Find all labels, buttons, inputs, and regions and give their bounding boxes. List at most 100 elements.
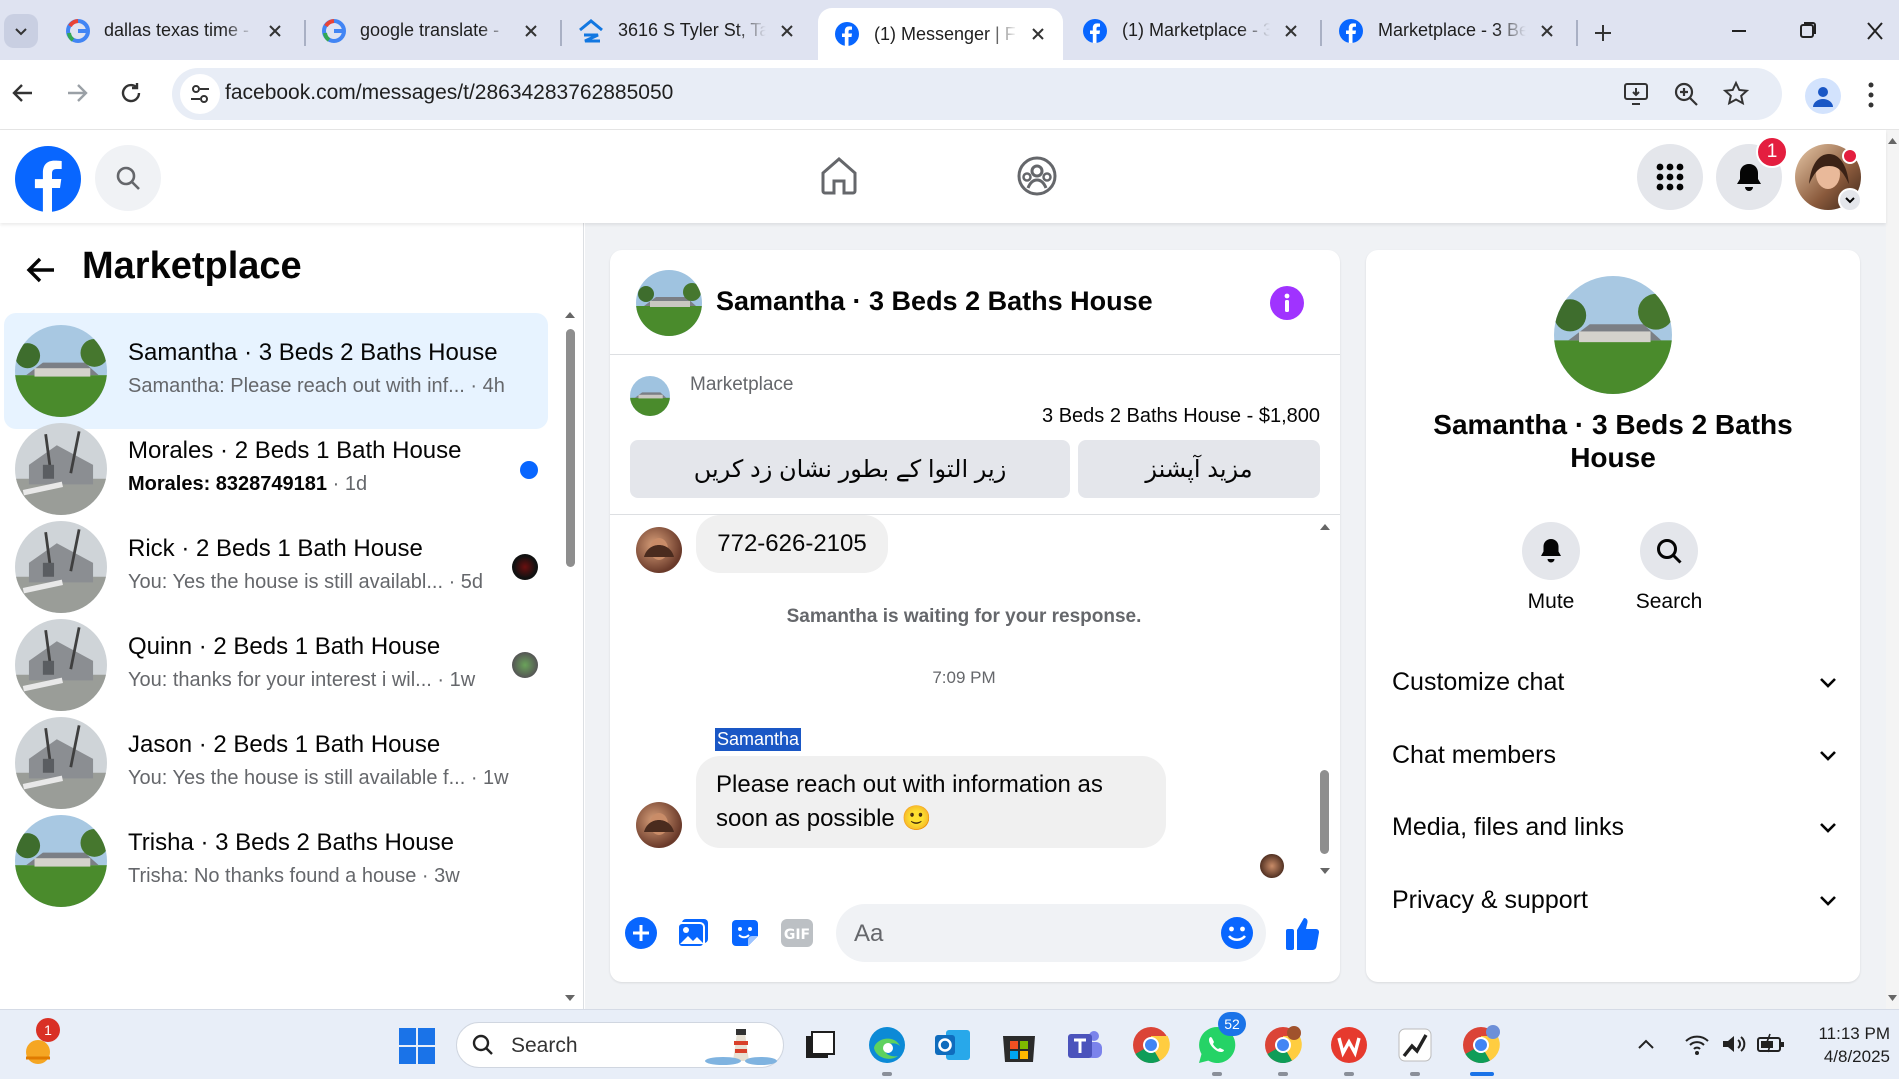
tab-messenger[interactable]: (1) Messenger | Fac xyxy=(818,8,1063,60)
groups-nav-button[interactable] xyxy=(1016,155,1058,197)
tab-dallas-time[interactable]: dallas texas time - xyxy=(50,8,300,53)
chrome-icon[interactable] xyxy=(1130,1024,1172,1066)
teams-icon[interactable] xyxy=(1064,1024,1106,1066)
close-icon[interactable] xyxy=(776,20,798,42)
start-button[interactable] xyxy=(398,1027,436,1065)
conversation-preview: Trisha: No thanks found a house · 3w xyxy=(128,865,460,888)
scroll-up-arrow[interactable] xyxy=(563,308,577,322)
install-app-icon[interactable] xyxy=(1622,80,1650,108)
tab-marketplace-2[interactable]: Marketplace - 3 Be xyxy=(1322,8,1572,53)
browser-menu-button[interactable] xyxy=(1866,80,1876,110)
info-avatar[interactable] xyxy=(1554,276,1672,394)
taskbar-search[interactable]: Search xyxy=(456,1022,784,1068)
conversation-info-panel: Samantha · 3 Beds 2 Baths House Mute Sea… xyxy=(1366,250,1860,982)
chat-scroll-up-arrow[interactable] xyxy=(1318,520,1332,534)
taskbar-search-placeholder: Search xyxy=(511,1034,578,1057)
minimize-button[interactable] xyxy=(1722,18,1756,44)
profile-button[interactable] xyxy=(1805,78,1841,114)
weather-widget-icon[interactable]: 1 xyxy=(18,1018,60,1068)
sender-avatar[interactable] xyxy=(636,527,682,573)
facebook-logo-icon[interactable] xyxy=(14,145,82,213)
message-input[interactable]: Aa xyxy=(836,904,1266,962)
tab-google-translate[interactable]: google translate - xyxy=(306,8,556,53)
mark-as-pending-button[interactable]: زیر التوا کے بطور نشان زد کریں xyxy=(630,440,1070,498)
more-vertical-icon xyxy=(1868,82,1874,108)
back-button[interactable] xyxy=(10,80,36,106)
browser-tab-strip: dallas texas time - google translate - 3… xyxy=(0,0,1899,60)
thumbs-up-icon xyxy=(1286,918,1320,950)
site-info-button[interactable] xyxy=(180,74,220,114)
outlook-icon[interactable] xyxy=(932,1024,974,1066)
message-bubble-text[interactable]: Please reach out with information as soo… xyxy=(696,756,1166,848)
gif-button[interactable]: GIF xyxy=(780,918,814,948)
restore-button[interactable] xyxy=(1790,18,1824,44)
close-icon[interactable] xyxy=(1536,20,1558,42)
media-files-links-row[interactable]: Media, files and links xyxy=(1392,807,1838,847)
edge-browser-icon[interactable] xyxy=(866,1024,908,1066)
chrome-active-icon[interactable] xyxy=(1460,1024,1502,1066)
chrome-profile-icon[interactable] xyxy=(1262,1024,1304,1066)
tab-title: dallas texas time - xyxy=(104,20,250,40)
chat-scroll-down-arrow[interactable] xyxy=(1318,864,1332,878)
reload-button[interactable] xyxy=(118,80,144,106)
close-icon[interactable] xyxy=(1027,23,1049,45)
zoom-icon[interactable] xyxy=(1672,80,1700,108)
message-bubble-phone[interactable]: 772-626-2105 xyxy=(696,515,888,573)
plus-circle-icon xyxy=(625,917,657,949)
tab-search-button[interactable] xyxy=(4,14,38,48)
chat-members-row[interactable]: Chat members xyxy=(1392,735,1838,775)
more-options-button[interactable]: مزید آپشنز xyxy=(1078,440,1320,498)
sticker-icon xyxy=(732,920,758,946)
menu-grid-button[interactable] xyxy=(1637,144,1703,210)
sender-avatar[interactable] xyxy=(636,802,682,848)
conversation-avatar xyxy=(15,815,107,907)
notifications-button[interactable]: 1 xyxy=(1716,136,1788,210)
like-send-button[interactable] xyxy=(1284,914,1322,952)
forward-button[interactable] xyxy=(64,80,90,106)
tab-marketplace-1[interactable]: (1) Marketplace - 3 xyxy=(1066,8,1316,53)
stock-app-icon[interactable] xyxy=(1394,1024,1436,1066)
emoji-button[interactable] xyxy=(1220,916,1254,950)
privacy-support-row[interactable]: Privacy & support xyxy=(1392,880,1838,920)
wifi-icon[interactable] xyxy=(1684,1032,1710,1056)
back-to-chats-button[interactable] xyxy=(24,253,58,287)
conversation-avatar xyxy=(15,325,107,417)
mute-button[interactable] xyxy=(1522,522,1580,580)
new-tab-button[interactable] xyxy=(1586,16,1620,50)
customize-chat-row[interactable]: Customize chat xyxy=(1392,662,1838,702)
volume-icon[interactable] xyxy=(1720,1032,1748,1056)
chat-header-avatar[interactable] xyxy=(636,270,702,336)
whatsapp-icon[interactable]: 52 xyxy=(1196,1012,1246,1066)
wps-office-icon[interactable] xyxy=(1328,1024,1370,1066)
home-nav-button[interactable] xyxy=(818,155,860,197)
scroll-down-arrow[interactable] xyxy=(563,991,577,1005)
system-clock[interactable]: 11:13 PM 4/8/2025 xyxy=(1800,1022,1890,1068)
task-view-icon[interactable] xyxy=(798,1024,840,1066)
more-actions-button[interactable] xyxy=(624,916,658,950)
listing-title[interactable]: 3 Beds 2 Baths House - $1,800 xyxy=(1042,405,1320,428)
address-bar[interactable]: facebook.com/messages/t/2863428376288505… xyxy=(172,68,1782,120)
show-hidden-icons-button[interactable] xyxy=(1636,1034,1656,1054)
account-menu-button[interactable] xyxy=(1838,188,1862,212)
sticker-button[interactable] xyxy=(728,916,762,950)
conversation-info-button[interactable] xyxy=(1270,286,1304,320)
chevron-up-icon xyxy=(1638,1039,1654,1049)
microsoft-store-icon[interactable] xyxy=(998,1024,1040,1066)
close-icon[interactable] xyxy=(264,20,286,42)
close-icon[interactable] xyxy=(520,20,542,42)
attach-photo-button[interactable] xyxy=(676,916,710,950)
chat-title: Samantha · 3 Beds 2 Baths House xyxy=(716,286,1153,316)
listing-thumbnail[interactable] xyxy=(630,376,670,416)
page-scrollbar[interactable] xyxy=(1886,130,1899,1009)
tab-zillow[interactable]: 3616 S Tyler St, Tac xyxy=(562,8,812,53)
sidebar-scrollbar-thumb[interactable] xyxy=(566,329,575,567)
search-in-conversation-button[interactable] xyxy=(1640,522,1698,580)
chat-scrollbar-thumb[interactable] xyxy=(1320,770,1329,854)
bookmark-star-icon[interactable] xyxy=(1722,80,1750,108)
battery-icon[interactable] xyxy=(1756,1032,1786,1056)
conversation-item[interactable]: Trisha · 3 Beds 2 Baths House Trisha: No … xyxy=(4,803,548,919)
close-icon[interactable] xyxy=(1280,20,1302,42)
search-icon xyxy=(472,1034,493,1055)
facebook-search-button[interactable] xyxy=(95,145,161,211)
close-window-button[interactable] xyxy=(1858,18,1892,44)
